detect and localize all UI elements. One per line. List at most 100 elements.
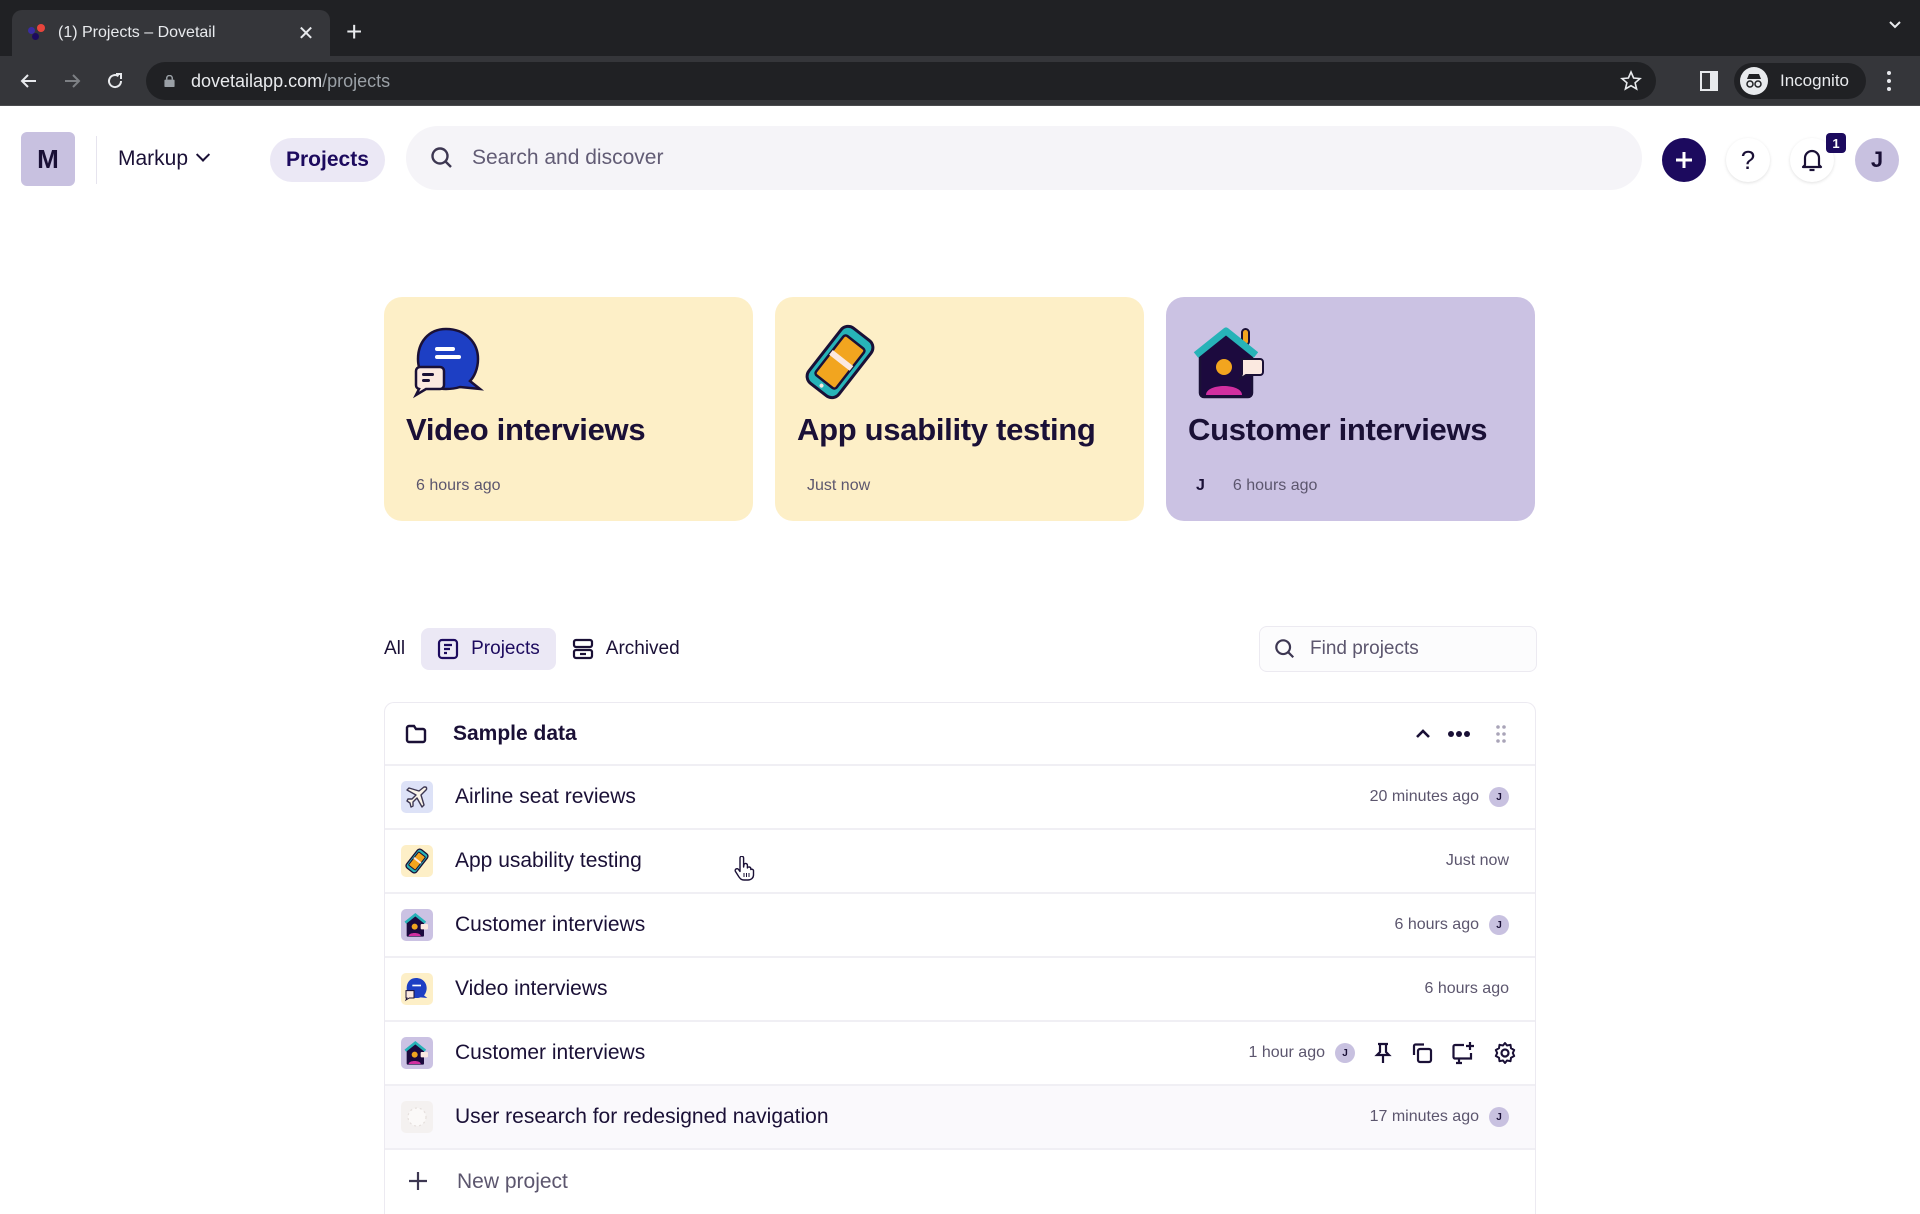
project-time: 20 minutes ago — [1369, 788, 1479, 805]
bell-icon — [1801, 149, 1823, 172]
group-actions — [1415, 724, 1507, 744]
owner-avatar: J — [1489, 787, 1509, 807]
forward-button[interactable] — [58, 67, 86, 95]
chevron-down-icon — [195, 147, 211, 162]
reload-button[interactable] — [101, 67, 129, 95]
owner-avatar: J — [1335, 1043, 1355, 1063]
pin-icon — [1374, 1042, 1392, 1063]
phone-icon — [401, 845, 433, 877]
global-search[interactable] — [406, 126, 1642, 190]
side-panel-icon[interactable] — [1700, 71, 1718, 91]
group-header[interactable]: Sample data — [385, 703, 1535, 766]
filter-projects[interactable]: Projects — [421, 628, 556, 670]
row-meta: 1 hour ago J — [1248, 1041, 1517, 1065]
plus-icon — [1676, 152, 1692, 168]
folder-icon — [405, 724, 427, 743]
chevron-up-icon[interactable] — [1415, 728, 1431, 740]
project-row[interactable]: User research for redesigned navigation … — [385, 1086, 1535, 1150]
featured-card-video-interviews[interactable]: Video interviews 6 hours ago — [384, 297, 753, 521]
new-tab-button[interactable]: + — [346, 14, 362, 50]
project-name: Customer interviews — [455, 913, 646, 936]
card-owner-initial: J — [1196, 477, 1205, 494]
chat-bubbles-icon — [401, 973, 433, 1005]
pin-button[interactable] — [1373, 1042, 1393, 1064]
project-name: Airline seat reviews — [455, 785, 636, 808]
filter-all[interactable]: All — [384, 628, 421, 670]
project-name: Customer interviews — [455, 1041, 646, 1064]
browser-menu-icon[interactable] — [1886, 69, 1892, 93]
arrow-left-icon — [20, 74, 36, 88]
project-settings-button[interactable] — [1493, 1041, 1517, 1065]
search-input[interactable] — [472, 146, 1472, 170]
lock-icon — [164, 75, 175, 87]
filter-label: Projects — [471, 638, 540, 659]
recent-projects: Video interviews 6 hours ago App usabili… — [384, 297, 1536, 521]
browser-toolbar: dovetailapp.com/projects Incognito — [0, 56, 1920, 106]
project-time: 1 hour ago — [1248, 1044, 1325, 1061]
new-project-button[interactable]: New project — [385, 1150, 1535, 1214]
row-meta: Just now — [1446, 852, 1509, 870]
browser-tab[interactable]: (1) Projects – Dovetail ✕ — [12, 10, 330, 56]
find-projects[interactable] — [1259, 626, 1537, 672]
bookmark-star-icon[interactable] — [1620, 70, 1642, 92]
card-time: Just now — [807, 477, 871, 494]
more-options-icon[interactable] — [1447, 730, 1471, 738]
create-button[interactable] — [1662, 138, 1706, 182]
copy-icon — [1412, 1043, 1433, 1064]
filter-label: Archived — [605, 638, 680, 659]
tab-search-chevron-icon[interactable] — [1888, 18, 1902, 32]
card-meta: 6 hours ago — [416, 477, 501, 495]
project-row[interactable]: Customer interviews 1 hour ago J — [385, 1022, 1535, 1086]
search-icon — [1275, 639, 1295, 659]
address-bar[interactable]: dovetailapp.com/projects — [146, 62, 1656, 100]
workspace-switcher[interactable]: Markup — [118, 140, 211, 178]
drag-handle-icon[interactable] — [1495, 724, 1507, 744]
phone-icon — [805, 324, 875, 400]
project-row[interactable]: Video interviews 6 hours ago — [385, 958, 1535, 1022]
featured-card-app-usability-testing[interactable]: App usability testing Just now — [775, 297, 1144, 521]
project-name: User research for redesigned navigation — [455, 1105, 829, 1128]
project-time: 6 hours ago — [1424, 980, 1509, 997]
find-projects-input[interactable] — [1310, 638, 1520, 660]
card-title: Video interviews — [406, 412, 646, 447]
project-row[interactable]: Airline seat reviews 20 minutes ago J — [385, 766, 1535, 830]
app-header: M Markup Projects ? 1 J — [0, 106, 1920, 212]
archive-icon — [572, 638, 593, 660]
project-filters: All Projects Archived — [384, 627, 696, 671]
gear-icon — [1494, 1042, 1516, 1064]
incognito-profile-button[interactable]: Incognito — [1734, 63, 1866, 99]
duplicate-button[interactable] — [1411, 1042, 1433, 1064]
house-person-icon — [401, 909, 433, 941]
card-title: App usability testing — [797, 412, 1096, 447]
house-person-icon — [401, 1037, 433, 1069]
card-time: 6 hours ago — [1232, 477, 1318, 494]
chat-bubbles-icon — [412, 327, 485, 399]
airplane-icon — [401, 781, 433, 813]
workspace-name: Markup — [118, 147, 189, 170]
header-divider — [96, 136, 97, 184]
user-avatar[interactable]: J — [1855, 138, 1899, 182]
profile-label: Incognito — [1780, 71, 1849, 90]
filter-archived[interactable]: Archived — [556, 628, 696, 670]
card-title: Customer interviews — [1188, 412, 1488, 447]
project-name: Video interviews — [455, 977, 608, 1000]
owner-avatar: J — [1489, 1107, 1509, 1127]
move-to-group-button[interactable] — [1451, 1041, 1475, 1065]
house-person-icon — [1193, 327, 1264, 399]
hand-cursor-icon — [734, 856, 755, 881]
project-row[interactable]: App usability testing Just now — [385, 830, 1535, 894]
add-to-board-icon — [1452, 1042, 1474, 1065]
workspace-avatar[interactable]: M — [21, 132, 75, 186]
close-tab-icon[interactable]: ✕ — [296, 21, 316, 46]
nav-projects[interactable]: Projects — [270, 138, 385, 182]
back-button[interactable] — [15, 67, 43, 95]
arrow-right-icon — [65, 74, 81, 88]
featured-card-customer-interviews[interactable]: Customer interviews J 6 hours ago — [1166, 297, 1535, 521]
project-row[interactable]: Customer interviews 6 hours ago J — [385, 894, 1535, 958]
new-project-label: New project — [457, 1170, 568, 1193]
project-name: App usability testing — [455, 849, 642, 872]
owner-avatar: J — [1489, 915, 1509, 935]
group-title: Sample data — [453, 721, 577, 745]
row-meta: 6 hours ago J — [1394, 915, 1509, 935]
help-button[interactable]: ? — [1726, 138, 1770, 182]
